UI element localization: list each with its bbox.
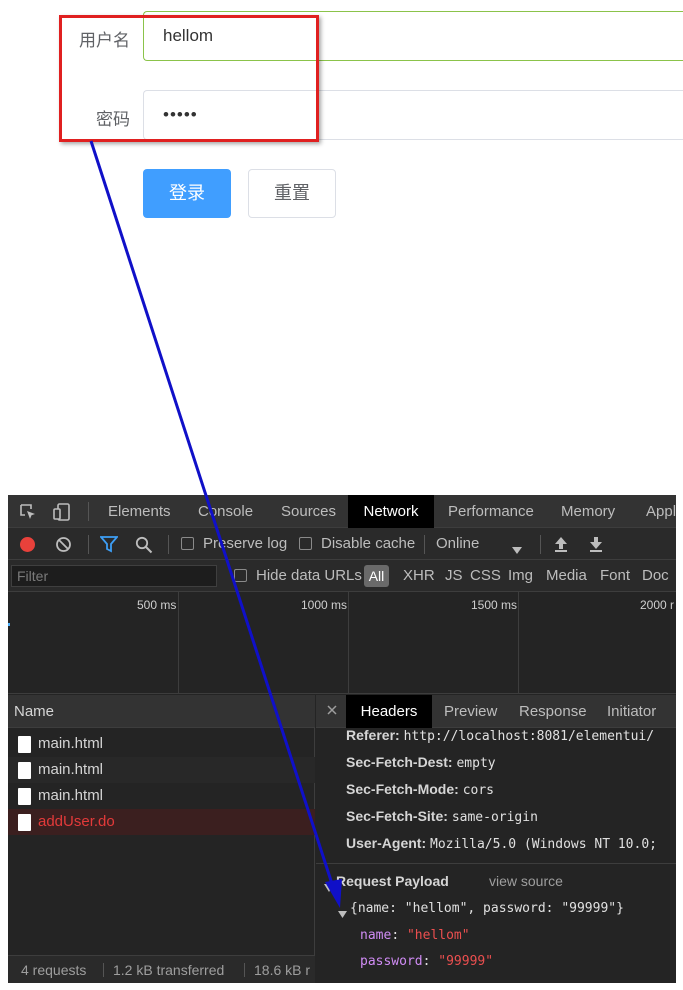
toolbar-divider	[88, 535, 89, 554]
header-row-sec-fetch-dest: Sec-Fetch-Dest: empty	[346, 754, 496, 771]
request-list-pane: Name main.html main.html main.html addUs…	[8, 695, 315, 983]
tab-headers[interactable]: Headers	[346, 695, 432, 728]
search-icon[interactable]	[135, 536, 153, 558]
tab-elements[interactable]: Elements	[108, 495, 171, 528]
payload-summary[interactable]: {name: "hellom", password: "99999"}	[350, 901, 624, 916]
request-name: main.html	[38, 735, 104, 752]
close-icon[interactable]	[326, 703, 338, 720]
network-filter-bar: Filter Hide data URLs All XHR JS CSS Img…	[8, 560, 676, 592]
document-icon	[18, 736, 31, 753]
tab-divider	[88, 502, 89, 521]
device-toolbar-icon[interactable]	[52, 502, 72, 526]
network-timeline[interactable]: 500 ms 1000 ms 1500 ms 2000 r	[8, 592, 676, 694]
filter-icon[interactable]	[99, 536, 119, 557]
header-row-referer: Referer: http://localhost:8081/elementui…	[346, 727, 655, 744]
dropdown-arrow-icon[interactable]	[512, 541, 522, 558]
hide-data-urls-label: Hide data URLs	[256, 567, 362, 584]
payload-field-password: password: "99999"	[360, 954, 494, 969]
timeline-label: 1500 ms	[471, 598, 518, 612]
filter-type-xhr[interactable]: XHR	[403, 560, 435, 592]
payload-field-name: name: "hellom"	[360, 928, 470, 943]
filter-type-doc[interactable]: Doc	[642, 560, 669, 592]
devtools-tabbar: Elements Console Sources Network Perform…	[8, 495, 676, 528]
resources-size: 18.6 kB r	[254, 962, 311, 978]
devtools-panel: Elements Console Sources Network Perform…	[8, 495, 676, 983]
header-row-sec-fetch-site: Sec-Fetch-Site: same-origin	[346, 808, 538, 825]
status-divider	[103, 963, 104, 977]
disable-cache-label: Disable cache	[321, 535, 416, 552]
header-row-sec-fetch-mode: Sec-Fetch-Mode: cors	[346, 781, 494, 798]
tab-response[interactable]: Response	[519, 695, 587, 728]
preserve-log-label: Preserve log	[203, 535, 288, 552]
expand-triangle-icon[interactable]	[324, 879, 334, 896]
timeline-label: 1000 ms	[301, 598, 348, 612]
filter-type-media[interactable]: Media	[546, 560, 587, 592]
detail-tabbar: Headers Preview Response Initiator	[316, 695, 676, 728]
request-detail-pane: Headers Preview Response Initiator Refer…	[316, 695, 676, 983]
toolbar-divider	[424, 535, 425, 554]
tab-network[interactable]: Network	[348, 495, 434, 528]
import-har-icon[interactable]	[553, 535, 569, 557]
document-icon	[18, 762, 31, 779]
request-row[interactable]: main.html	[8, 731, 315, 757]
document-icon	[18, 814, 31, 831]
network-status-bar: 4 requests 1.2 kB transferred 18.6 kB r	[8, 955, 315, 983]
name-column-header[interactable]: Name	[8, 695, 315, 728]
timeline-gridline	[178, 592, 179, 694]
timeline-label: 500 ms	[137, 598, 177, 612]
request-name: main.html	[38, 761, 104, 778]
filter-type-all[interactable]: All	[364, 565, 389, 587]
header-row-user-agent: User-Agent: Mozilla/5.0 (Windows NT 10.0…	[346, 835, 657, 852]
request-name: addUser.do	[38, 813, 115, 830]
timeline-request-mark	[8, 623, 10, 626]
tab-sources[interactable]: Sources	[281, 495, 336, 528]
transferred-size: 1.2 kB transferred	[113, 962, 225, 978]
throttle-select[interactable]: Online	[436, 528, 479, 560]
record-icon[interactable]	[20, 537, 35, 552]
tab-preview[interactable]: Preview	[444, 695, 497, 728]
filter-type-font[interactable]: Font	[600, 560, 630, 592]
request-payload-title[interactable]: Request Payload	[336, 873, 449, 889]
document-icon	[18, 788, 31, 805]
request-name: main.html	[38, 787, 104, 804]
login-button[interactable]: 登录	[143, 169, 231, 218]
status-divider	[244, 963, 245, 977]
tab-initiator[interactable]: Initiator	[607, 695, 656, 728]
timeline-label: 2000 r	[640, 598, 675, 612]
export-har-icon[interactable]	[588, 535, 604, 557]
expand-triangle-icon[interactable]	[338, 905, 347, 922]
preserve-log-checkbox[interactable]	[181, 537, 194, 550]
tab-application[interactable]: Appl	[646, 495, 676, 528]
filter-type-js[interactable]: JS	[445, 560, 463, 592]
timeline-gridline	[518, 592, 519, 694]
toolbar-divider	[168, 535, 169, 554]
hide-data-urls-checkbox[interactable]	[234, 569, 247, 582]
tab-memory[interactable]: Memory	[561, 495, 615, 528]
tab-console[interactable]: Console	[198, 495, 253, 528]
request-row-error[interactable]: addUser.do	[8, 809, 315, 835]
view-source-link[interactable]: view source	[489, 873, 563, 889]
toolbar-divider	[540, 535, 541, 554]
reset-button[interactable]: 重置	[248, 169, 336, 218]
filter-input[interactable]: Filter	[11, 565, 217, 587]
inspect-element-icon[interactable]	[19, 503, 37, 525]
timeline-gridline	[348, 592, 349, 694]
disable-cache-checkbox[interactable]	[299, 537, 312, 550]
network-toolbar: Preserve log Disable cache Online	[8, 528, 676, 560]
filter-type-img[interactable]: Img	[508, 560, 533, 592]
request-count: 4 requests	[21, 962, 87, 978]
section-divider	[316, 863, 676, 864]
request-row[interactable]: main.html	[8, 783, 315, 809]
tab-performance[interactable]: Performance	[448, 495, 534, 528]
highlight-box	[59, 15, 319, 142]
clear-icon[interactable]	[55, 536, 72, 557]
filter-type-css[interactable]: CSS	[470, 560, 501, 592]
request-row[interactable]: main.html	[8, 757, 315, 783]
